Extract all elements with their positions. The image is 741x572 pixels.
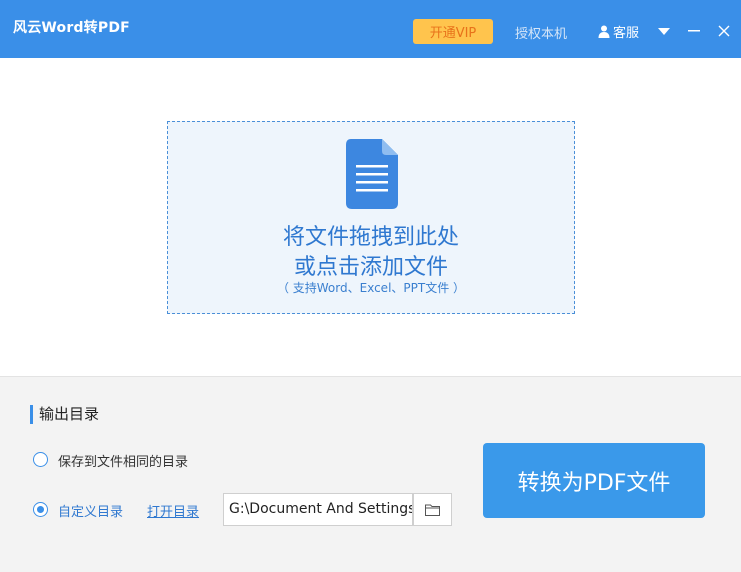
customer-service-button[interactable]: 客服 bbox=[598, 22, 639, 41]
open-directory-link[interactable]: 打开目录 bbox=[147, 501, 199, 520]
browse-folder-button[interactable] bbox=[413, 493, 452, 526]
file-drop-zone[interactable]: 将文件拖拽到此处 或点击添加文件 （ 支持Word、Excel、PPT文件 ） bbox=[167, 121, 575, 314]
dropdown-menu-icon bbox=[658, 27, 670, 35]
convert-to-pdf-button[interactable]: 转换为PDF文件 bbox=[483, 443, 705, 518]
close-icon bbox=[718, 25, 730, 37]
custom-dir-label[interactable]: 自定义目录 bbox=[58, 501, 123, 520]
customer-service-label: 客服 bbox=[613, 26, 640, 41]
title-bar: 风云Word转PDF 开通VIP 授权本机 客服 bbox=[0, 0, 741, 58]
same-dir-radio[interactable] bbox=[33, 452, 48, 467]
same-dir-label[interactable]: 保存到文件相同的目录 bbox=[58, 451, 188, 470]
add-file-instruction: 或点击添加文件 bbox=[293, 255, 448, 280]
supported-formats-hint: （ 支持Word、Excel、PPT文件 ） bbox=[276, 281, 466, 295]
app-title: 风云Word转PDF bbox=[13, 20, 130, 36]
open-vip-button[interactable]: 开通VIP bbox=[413, 19, 493, 44]
output-path-field[interactable]: G:\Document And Settings bbox=[223, 493, 413, 526]
folder-icon bbox=[425, 504, 440, 516]
dropdown-menu-button[interactable] bbox=[655, 24, 673, 38]
close-button[interactable] bbox=[715, 24, 733, 38]
output-settings-panel: 输出目录 保存到文件相同的目录 自定义目录 打开目录 G:\Document A… bbox=[0, 376, 741, 572]
drop-instruction: 将文件拖拽到此处 bbox=[282, 225, 459, 250]
output-directory-title: 输出目录 bbox=[30, 405, 99, 424]
custom-dir-radio[interactable] bbox=[33, 502, 48, 517]
user-icon bbox=[598, 25, 610, 38]
minimize-button[interactable] bbox=[685, 24, 703, 38]
authorize-device-link[interactable]: 授权本机 bbox=[515, 23, 567, 42]
minimize-icon bbox=[688, 30, 700, 32]
document-icon bbox=[346, 139, 398, 209]
